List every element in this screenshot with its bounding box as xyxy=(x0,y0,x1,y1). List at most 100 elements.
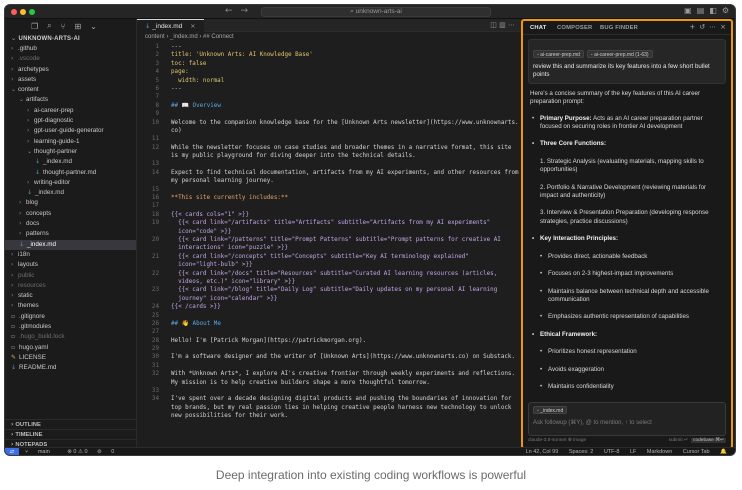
more-icon[interactable]: ⋯ xyxy=(709,23,716,31)
bell-icon[interactable]: 🔔 xyxy=(720,449,727,455)
command-center-search[interactable]: ⌕ unknown-arts-ai xyxy=(261,7,491,17)
remote-icon[interactable]: ⇄ xyxy=(5,448,19,455)
cursor-position[interactable]: Ln 42, Col 99 xyxy=(526,449,559,455)
end-of-line[interactable]: LF xyxy=(630,449,636,455)
settings-gear-icon[interactable]: ⚙ xyxy=(722,6,729,15)
code-line[interactable]: 30 I'm a software designer and the writer… xyxy=(137,353,521,361)
code-line[interactable]: 9 xyxy=(137,110,521,118)
tree-item[interactable]: › themes xyxy=(5,301,136,311)
tree-item[interactable]: ✎ LICENSE xyxy=(5,353,136,363)
tree-item[interactable]: › assets xyxy=(5,75,136,85)
code-line[interactable]: 2 title: 'Unknown Arts: AI Knowledge Base… xyxy=(137,51,521,59)
files-icon[interactable]: ❐ xyxy=(31,22,38,31)
tree-item[interactable]: ⌄ thought-partner xyxy=(5,147,136,157)
branch-indicator[interactable]: ⑂ main xyxy=(25,449,58,455)
maximize-window-button[interactable] xyxy=(29,9,35,15)
code-line[interactable]: icon="code" >}} xyxy=(137,228,521,236)
codebase-button[interactable]: codebase ⌘↵ xyxy=(691,438,726,443)
code-line[interactable]: 10 Welcome to the companion knowledge bas… xyxy=(137,119,521,127)
tab-composer[interactable]: COMPOSER xyxy=(557,21,592,35)
code-line[interactable]: 12 While the newsletter focuses on case s… xyxy=(137,144,521,152)
section-timeline[interactable]: › TIMELINE xyxy=(5,429,136,439)
code-line[interactable]: 31 xyxy=(137,362,521,370)
encoding[interactable]: UTF-8 xyxy=(604,449,620,455)
code-line[interactable]: 21 {{< card link="/concepts" title="Conc… xyxy=(137,253,521,261)
tree-item[interactable]: ↓ README.md xyxy=(5,363,136,373)
code-line[interactable]: 7 xyxy=(137,93,521,101)
tree-item[interactable]: ⌄ content xyxy=(5,85,136,95)
code-line[interactable]: 25 xyxy=(137,312,521,320)
code-line[interactable]: journey" icon="calendar" >}} xyxy=(137,295,521,303)
code-line[interactable]: 19 {{< card link="/artifacts" title="Art… xyxy=(137,219,521,227)
close-tab-icon[interactable]: × xyxy=(190,22,195,30)
explorer-root-title[interactable]: ⌄ UNKNOWN-ARTS-AI xyxy=(5,33,136,44)
chevron-down-icon[interactable]: ⌄ xyxy=(90,22,97,31)
code-line[interactable]: 23 {{< card link="/blog" title="Daily Lo… xyxy=(137,286,521,294)
history-icon[interactable]: ↺ xyxy=(699,23,705,31)
tree-item[interactable]: ▫ .gitmodules xyxy=(5,322,136,332)
tree-item[interactable]: › i18n xyxy=(5,250,136,260)
tree-item[interactable]: › archetypes xyxy=(5,65,136,75)
tree-item[interactable]: › gpt-user-guide-generator xyxy=(5,126,136,136)
tree-item[interactable]: ↓ thought-partner.md xyxy=(5,168,136,178)
code-line[interactable]: 16 **This site currently includes:** xyxy=(137,194,521,202)
code-line[interactable]: my personal learning journey. xyxy=(137,177,521,185)
code-line[interactable]: 5 width: normal xyxy=(137,77,521,85)
tree-item[interactable]: › gpt-diagnostic xyxy=(5,116,136,126)
code-line[interactable]: 6 --- xyxy=(137,85,521,93)
extensions-icon[interactable]: ⊞ xyxy=(74,22,81,31)
tab-bug-finder[interactable]: BUG FINDER xyxy=(600,21,638,35)
code-view[interactable]: 1 --- 2 title: 'Unknown Arts: AI Knowledge … xyxy=(137,43,521,449)
tree-item[interactable]: › docs xyxy=(5,219,136,229)
context-chip[interactable]: ▪ ai-career-prep.md xyxy=(533,50,584,58)
code-line[interactable]: is my public playground for diving deepe… xyxy=(137,152,521,160)
code-line[interactable]: 29 xyxy=(137,345,521,353)
language-mode[interactable]: Markdown xyxy=(647,449,672,455)
tree-item[interactable]: › public xyxy=(5,271,136,281)
tree-item[interactable]: › blog xyxy=(5,198,136,208)
tree-item[interactable]: › .vscode xyxy=(5,54,136,64)
context-chip[interactable]: ▪ ai-career-prep.md (1-63) xyxy=(586,50,653,58)
tree-item[interactable]: › writing-editor xyxy=(5,178,136,188)
indentation[interactable]: Spaces: 2 xyxy=(569,449,593,455)
tree-item[interactable]: ▫ .hugo_build.lock xyxy=(5,332,136,342)
toggle-secondary-sidebar-icon[interactable]: ◧ xyxy=(709,6,717,15)
code-line[interactable]: 26 ## 👋 About Me xyxy=(137,320,521,328)
tree-item[interactable]: ▫ hugo.yaml xyxy=(5,343,136,353)
code-line[interactable]: 20 {{< card link="/patterns" title="Prom… xyxy=(137,236,521,244)
code-line[interactable]: 24 {{< /cards >}} xyxy=(137,303,521,311)
tree-item[interactable]: › resources xyxy=(5,281,136,291)
split-editor-icon[interactable]: ▥ xyxy=(499,21,506,29)
code-line[interactable]: videos, etc.)" icon="library" >}} xyxy=(137,278,521,286)
toggle-panel-icon[interactable]: ▤ xyxy=(697,6,705,15)
arrow-right-icon[interactable]: → xyxy=(241,6,249,16)
tab-chat[interactable]: CHAT xyxy=(530,21,546,35)
tree-item[interactable]: ↓ _index.md xyxy=(5,188,136,198)
tree-item[interactable]: ↓ _index.md xyxy=(5,239,136,250)
tree-item[interactable]: › .github xyxy=(5,44,136,54)
model-selector[interactable]: claude-3.5-sonnet ⊗ image xyxy=(528,438,586,443)
close-icon[interactable]: × xyxy=(720,23,726,31)
code-line[interactable]: 28 Hello! I'm [Patrick Morgan](https://pa… xyxy=(137,337,521,345)
code-line[interactable]: 18 {{< cards cols="1" >}} xyxy=(137,211,521,219)
code-line[interactable]: 1 --- xyxy=(137,43,521,51)
code-line[interactable]: 33 xyxy=(137,387,521,395)
new-chat-icon[interactable]: + xyxy=(689,23,695,31)
section-outline[interactable]: › OUTLINE xyxy=(5,419,136,429)
arrow-left-icon[interactable]: ← xyxy=(225,6,233,16)
tab-index-md[interactable]: ↓ _index.md × xyxy=(137,19,204,32)
code-line[interactable]: 15 xyxy=(137,186,521,194)
code-line[interactable]: 17 xyxy=(137,202,521,210)
open-preview-icon[interactable]: ◫ xyxy=(490,21,497,29)
code-line[interactable]: new possibilities for their work. xyxy=(137,412,521,420)
tree-item[interactable]: › static xyxy=(5,291,136,301)
ports-indicator[interactable]: ⊚ 0 xyxy=(97,449,122,455)
code-line[interactable]: interactions" icon="puzzle" >}} xyxy=(137,244,521,252)
code-line[interactable]: top brands, but my real passion lies in … xyxy=(137,404,521,412)
code-line[interactable]: 27 xyxy=(137,328,521,336)
cursor-tab[interactable]: Cursor Tab xyxy=(683,449,710,455)
source-control-icon[interactable]: ⑂ xyxy=(61,22,66,31)
code-line[interactable]: 13 xyxy=(137,160,521,168)
code-line[interactable]: 14 Expect to find technical documentation… xyxy=(137,169,521,177)
code-line[interactable]: 32 With *Unknown Arts*, I explore AI's cr… xyxy=(137,370,521,378)
